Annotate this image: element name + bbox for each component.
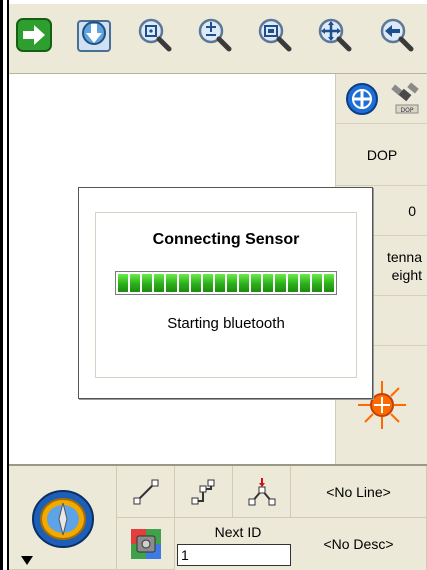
line-segment-icon — [133, 479, 158, 504]
next-arrow-button[interactable] — [11, 12, 57, 58]
progress-bar — [115, 271, 337, 295]
next-id-input[interactable]: 1 — [177, 544, 291, 566]
desc-select-value: <No Desc> — [323, 536, 394, 552]
insert-vertex-button[interactable] — [233, 466, 291, 518]
dop-label: DOP — [366, 146, 398, 163]
zoom-extent-icon — [138, 18, 172, 52]
zoom-window-icon — [258, 18, 292, 52]
zoom-in-out-button[interactable] — [191, 12, 237, 58]
pan-icon — [318, 18, 352, 52]
next-id-label: Next ID — [214, 524, 262, 540]
toolbar — [9, 4, 427, 74]
app-window: DOP DOP 0 tenna eight Connecting Sensor … — [0, 0, 427, 570]
compass-badge-icon[interactable] — [23, 483, 103, 553]
left-border — [0, 0, 3, 570]
compass-icon — [346, 82, 378, 115]
pan-button[interactable] — [311, 12, 357, 58]
back-button[interactable] — [371, 12, 417, 58]
line-select[interactable]: <No Line> — [291, 466, 427, 518]
dropdown-arrow-icon[interactable] — [21, 556, 33, 565]
polyline-icon — [191, 479, 214, 504]
zoom-extent-button[interactable] — [131, 12, 177, 58]
download-icon — [77, 20, 111, 52]
back-icon — [380, 18, 414, 52]
antenna-label-line2: eight — [391, 266, 422, 283]
desc-select[interactable]: <No Desc> — [291, 518, 427, 570]
zoom-in-out-icon — [198, 18, 232, 52]
dialog-body: Connecting Sensor Starting bluetooth — [95, 212, 357, 378]
satellite-dop-button[interactable]: DOP — [388, 81, 424, 117]
next-arrow-icon — [16, 18, 52, 52]
bottom-bar: <No Line> Next ID 1 <No Desc> — [9, 464, 427, 570]
dialog-title: Connecting Sensor — [152, 231, 300, 248]
antenna-label-line1: tenna — [386, 248, 422, 265]
satellite-icon: DOP — [391, 81, 419, 114]
dialog-status: Starting bluetooth — [167, 315, 285, 332]
photo-icon — [130, 528, 161, 559]
download-button[interactable] — [71, 12, 117, 58]
polyline-tool-button[interactable] — [175, 466, 233, 518]
compass-button[interactable] — [344, 81, 380, 117]
compass-badge-cell — [9, 466, 117, 570]
dop-button[interactable]: DOP — [336, 124, 427, 186]
satellite-count: 0 — [408, 202, 416, 219]
nav-tools-row: DOP — [336, 74, 427, 124]
svg-text:DOP: DOP — [401, 107, 414, 114]
connecting-dialog: Connecting Sensor Starting bluetooth — [78, 187, 373, 399]
zoom-window-button[interactable] — [251, 12, 297, 58]
line-tool-button[interactable] — [117, 466, 175, 518]
insert-vertex-icon — [248, 477, 275, 505]
line-select-value: <No Line> — [326, 483, 391, 500]
photo-button[interactable] — [117, 518, 175, 570]
